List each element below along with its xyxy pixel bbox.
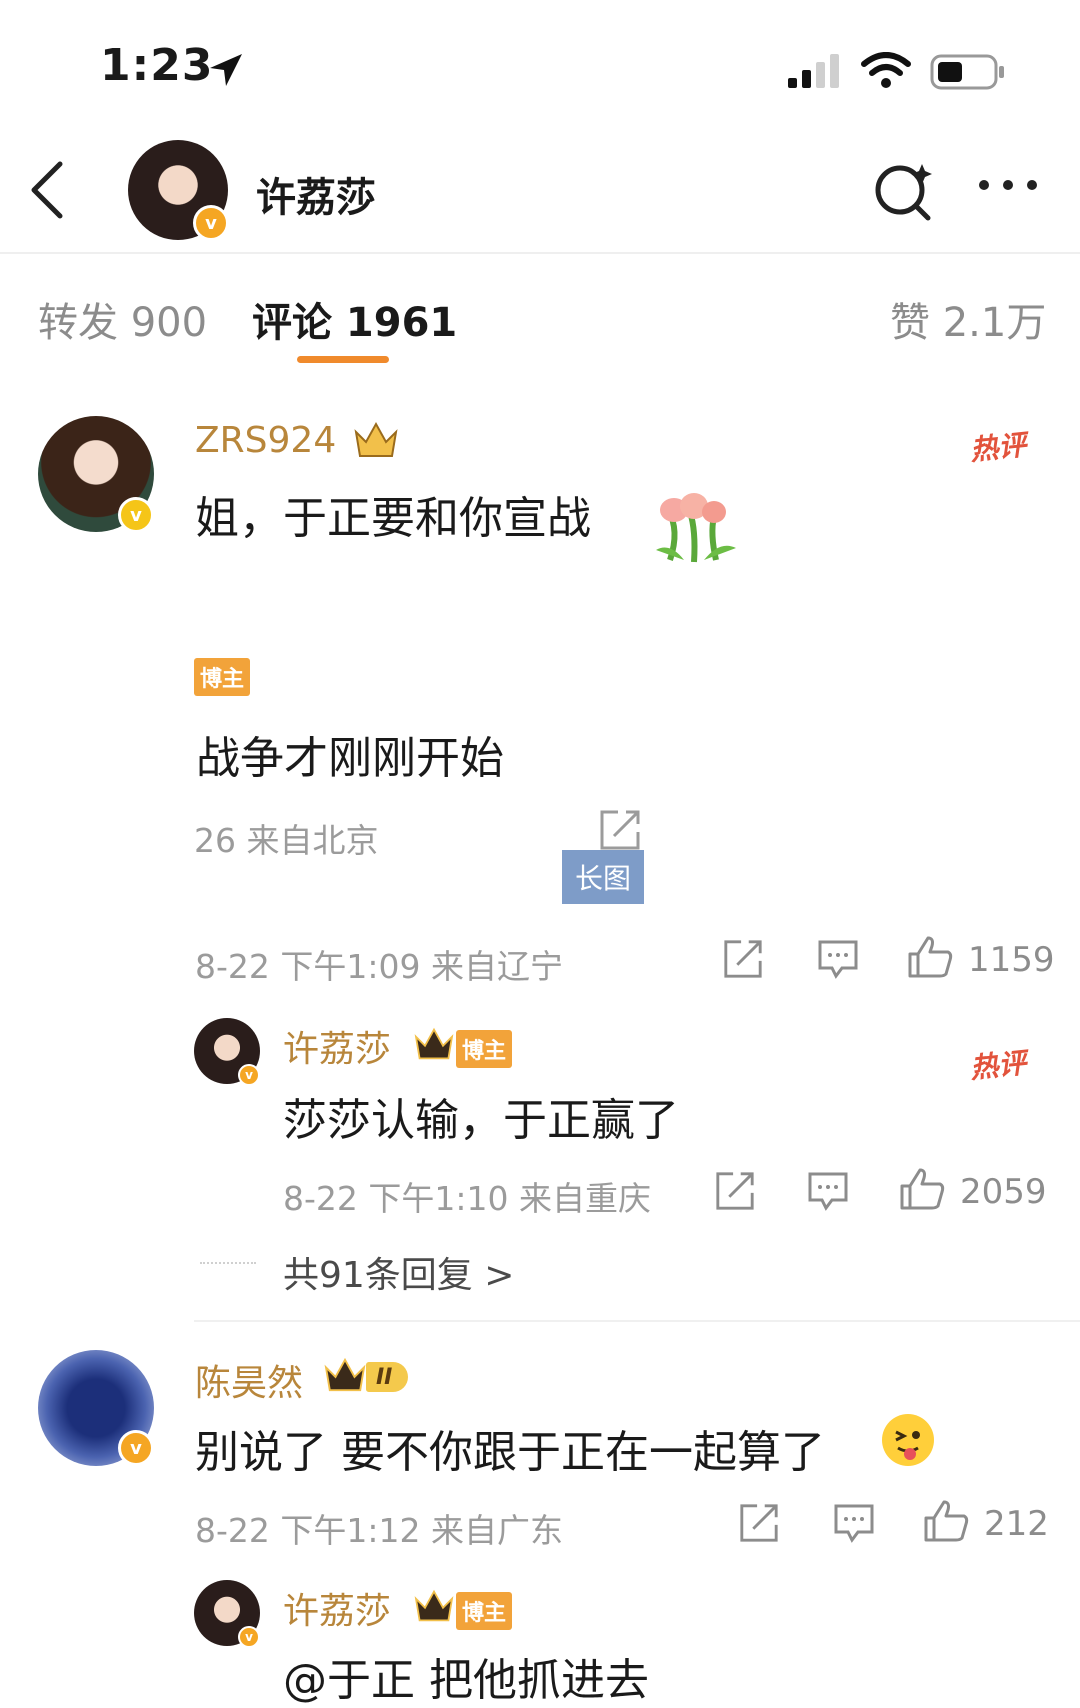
status-time: 1:23 [100,40,214,91]
tongue-emoji-icon [882,1414,934,1466]
comment-time-location: 8-22 下午1:12 来自广东 [195,1511,563,1550]
verified-badge-icon: v [238,1064,260,1086]
comment-bubble-icon[interactable] [832,1502,876,1544]
crown-badge-icon [414,1589,454,1622]
share-icon[interactable] [714,1170,756,1212]
comment-bubble-icon[interactable] [806,1170,850,1212]
verified-badge-icon: v [238,1626,260,1648]
reply-text: @于正 把他抓进去 [283,1655,649,1706]
share-icon[interactable] [738,1502,780,1544]
reply-time-location: 8-22 下午1:10 来自重庆 [283,1179,651,1218]
verified-badge-icon: v [118,1430,154,1466]
hot-comment-label: 热评 [968,1046,1028,1085]
search-icon[interactable] [872,160,938,226]
tab-active-indicator [297,356,389,363]
comment-time-location: 8-22 下午1:09 来自辽宁 [195,947,563,986]
member-level-badge: II [366,1362,409,1392]
more-replies-divider [200,1262,256,1264]
blogger-tag: 博主 [456,1030,513,1068]
reply-username[interactable]: 许荔莎 [283,1020,391,1072]
tulip-sticker-icon [656,493,736,563]
more-options-icon[interactable] [978,178,1038,192]
embedded-post-text: 战争才刚刚开始 [196,733,504,784]
tab-comments[interactable]: 评论 1961 [252,290,457,348]
like-thumb-icon[interactable] [922,1498,970,1544]
location-arrow-icon [210,54,242,86]
comment-bubble-icon[interactable] [816,938,860,980]
verified-badge-icon: v [118,497,154,533]
comment-divider [194,1320,1080,1322]
cellular-signal-icon [788,54,839,88]
comment-username[interactable]: 陈昊然 [195,1354,303,1406]
reply-text: 莎莎认输，于正赢了 [283,1095,679,1146]
more-replies-link[interactable]: 共91条回复 > [283,1246,514,1298]
blogger-tag: 博主 [194,658,251,696]
wifi-icon [861,52,911,88]
tab-likes[interactable]: 赞 2.1万 [890,290,1046,348]
verified-badge-icon: v [193,205,229,241]
blogger-tag: 博主 [456,1592,513,1630]
crown-badge-icon [354,421,398,457]
comment-text: 别说了 要不你跟于正在一起算了 [195,1427,825,1478]
battery-icon [930,54,1004,90]
tab-reposts[interactable]: 转发 900 [38,290,207,348]
share-icon[interactable] [598,808,642,852]
crown-badge-icon [414,1027,454,1060]
back-arrow-icon[interactable] [28,160,68,220]
header-username: 许荔莎 [256,175,376,221]
like-count: 2059 [960,1172,1047,1212]
comment-text: 姐，于正要和你宣战 [195,493,591,544]
crown-badge-icon [324,1357,366,1392]
like-count: 212 [984,1504,1049,1544]
hot-comment-label: 热评 [968,428,1028,467]
like-thumb-icon[interactable] [898,1166,946,1212]
embedded-post-meta: 26 来自北京 [194,821,379,860]
comment-username[interactable]: ZRS924 [195,420,336,461]
header-divider [0,252,1080,254]
share-icon[interactable] [722,938,764,980]
reply-username[interactable]: 许荔莎 [283,1582,391,1634]
long-image-label[interactable]: 长图 [562,850,644,904]
like-count: 1159 [968,940,1055,980]
like-thumb-icon[interactable] [906,934,954,980]
